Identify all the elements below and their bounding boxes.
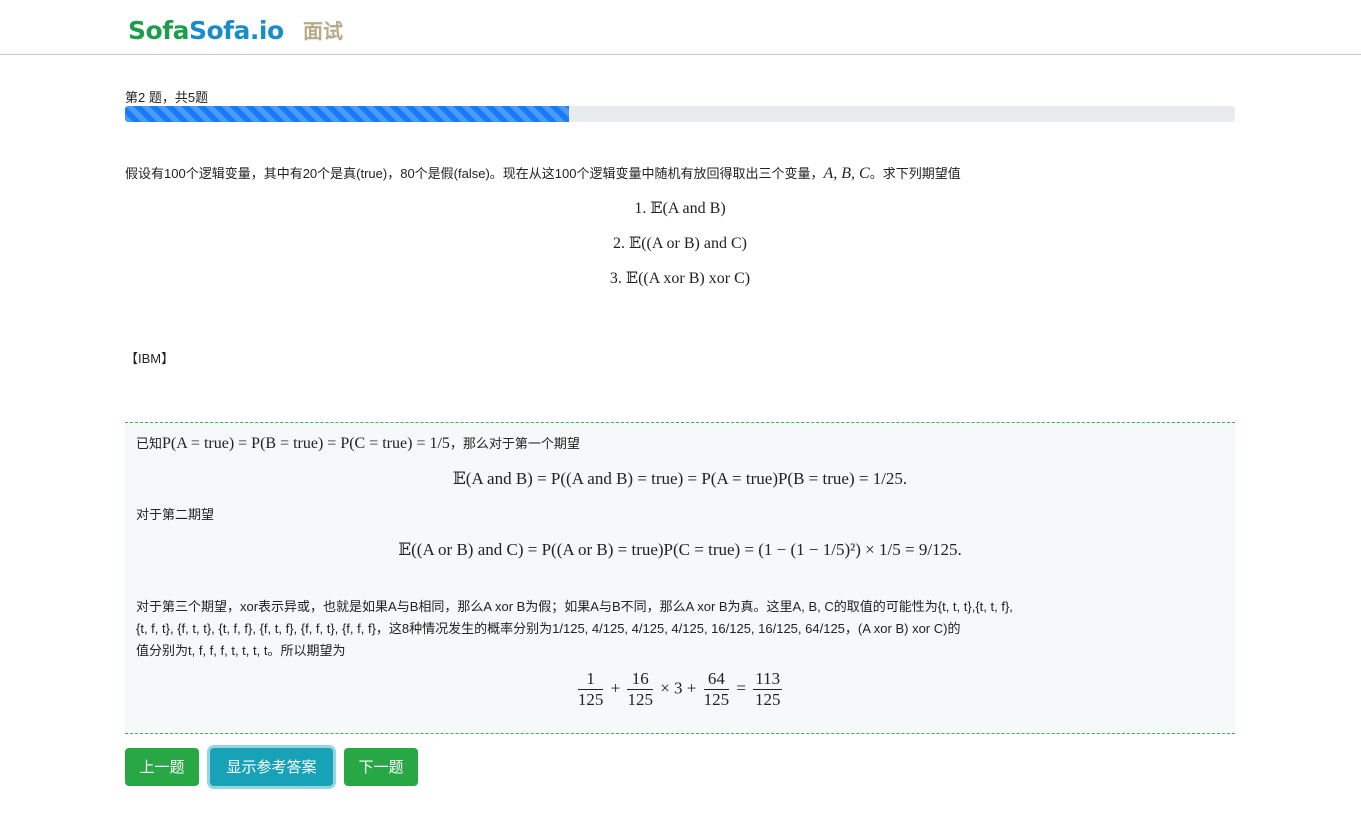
logo-fa: fa <box>162 16 189 45</box>
fraction-1: 1 125 <box>577 669 604 710</box>
fraction-1-num: 1 <box>577 669 604 690</box>
show-answer-button[interactable]: 显示参考答案 <box>210 748 333 786</box>
fraction-3-num: 64 <box>703 669 730 690</box>
fraction-4-den: 125 <box>754 690 781 709</box>
answer-line-2: 对于第二期望 <box>136 507 215 522</box>
question-intro-end: 。求下列期望值 <box>869 166 961 181</box>
question-vars: A, B, C <box>823 165 870 182</box>
answer-line1-suffix: ，那么对于第一个期望 <box>449 436 580 451</box>
question-item-1: 1. 𝔼(A and B) <box>634 200 726 217</box>
answer-para3-line-c: 值分别为t, f, f, f, t, t, t, t。所以期望为 <box>136 643 346 658</box>
progress-label: 第2 题，共5题 <box>125 90 209 105</box>
next-question-button[interactable]: 下一题 <box>344 748 418 786</box>
answer-line-1: 已知P(A = true) = P(B = true) = P(C = true… <box>136 434 580 454</box>
answer-para3-line-a: 对于第三个期望，xor表示异或，也就是如果A与B相同，那么A xor B为假；如… <box>136 599 1013 614</box>
answer-paragraph-3: 对于第三个期望，xor表示异或，也就是如果A与B相同，那么A xor B为假；如… <box>136 596 1221 662</box>
answer-line1-prefix: 已知 <box>136 436 163 451</box>
question-item-3: 3. 𝔼((A xor B) xor C) <box>609 270 751 287</box>
fraction-1-den: 125 <box>577 690 604 709</box>
nav-interview-link[interactable]: 面试 <box>303 17 343 45</box>
answer-line1-math: P(A = true) = P(B = true) = P(C = true) … <box>162 435 450 452</box>
site-logo[interactable]: SofaSofa.io <box>128 14 284 48</box>
question-text: 假设有100个逻辑变量，其中有20个是真(true)，80个是假(false)。… <box>125 165 1235 183</box>
equals-sign: = <box>736 678 746 698</box>
plus-sign: + <box>610 678 621 698</box>
answer-equation-1: 𝔼(A and B) = P((A and B) = true) = P(A =… <box>452 469 908 488</box>
question-intro: 假设有100个逻辑变量，其中有20个是真(true)，80个是假(false)。… <box>125 166 824 181</box>
logo-letter-o: o <box>145 16 163 45</box>
fraction-2: 16 125 <box>627 669 653 710</box>
answer-panel: 已知P(A = true) = P(B = true) = P(C = true… <box>125 422 1235 734</box>
logo-sofa-io: Sofa.io <box>188 16 284 45</box>
fraction-4-num: 113 <box>753 669 783 690</box>
fraction-3-den: 125 <box>703 690 730 709</box>
times-three: × 3 + <box>660 678 697 698</box>
answer-equation-2: 𝔼((A or B) and C) = P((A or B) = true)P(… <box>398 540 962 559</box>
prev-question-button[interactable]: 上一题 <box>125 748 199 786</box>
question-item-2: 2. 𝔼((A or B) and C) <box>613 235 747 252</box>
logo-letter-s: S <box>128 16 146 45</box>
progress-bar-fill <box>125 106 569 122</box>
answer-para3-line-b: {t, f, t}, {f, t, t}, {t, f, f}, {f, t, … <box>136 621 961 636</box>
site-header: SofaSofa.io 面试 <box>0 0 1361 55</box>
fraction-3: 64 125 <box>703 669 730 710</box>
fraction-2-den: 125 <box>627 690 653 709</box>
progress-track <box>125 106 1235 122</box>
question-source: 【IBM】 <box>125 351 175 366</box>
fraction-4: 113 125 <box>753 669 783 710</box>
fraction-2-num: 16 <box>627 669 653 690</box>
answer-final-equation: 1 125 + 16 125 × 3 + 64 125 = 113 125 <box>125 669 1235 710</box>
question-list: 1. 𝔼(A and B) 2. 𝔼((A or B) and C) 3. 𝔼(… <box>125 198 1235 303</box>
